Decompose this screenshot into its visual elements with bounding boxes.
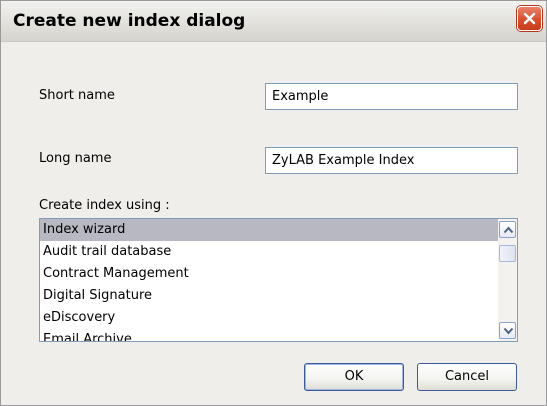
index-type-listbox[interactable]: Index wizard Audit trail database Contra… xyxy=(39,218,518,342)
list-item-ediscovery[interactable]: eDiscovery xyxy=(40,307,498,329)
chevron-down-icon xyxy=(503,327,514,335)
scroll-up-button[interactable] xyxy=(499,221,516,238)
create-index-dialog: Create new index dialog Short name Examp… xyxy=(0,0,547,406)
list-item-contract-management[interactable]: Contract Management xyxy=(40,263,498,285)
list-item-digital-signature[interactable]: Digital Signature xyxy=(40,285,498,307)
listbox-scrollbar[interactable] xyxy=(498,219,517,341)
scroll-down-button[interactable] xyxy=(499,322,516,339)
dialog-title: Create new index dialog xyxy=(13,11,246,31)
long-name-label: Long name xyxy=(39,151,112,166)
title-bar[interactable]: Create new index dialog xyxy=(1,1,546,42)
list-item-email-archive[interactable]: Email Archive xyxy=(40,329,498,341)
close-icon xyxy=(523,12,536,25)
short-name-label: Short name xyxy=(39,88,115,103)
ok-button[interactable]: OK xyxy=(304,363,404,391)
create-index-using-label: Create index using : xyxy=(39,198,170,213)
list-item-index-wizard[interactable]: Index wizard xyxy=(40,219,498,241)
cancel-button[interactable]: Cancel xyxy=(417,363,517,391)
long-name-input[interactable]: ZyLAB Example Index xyxy=(265,147,518,174)
scroll-thumb[interactable] xyxy=(499,245,516,262)
short-name-input[interactable]: Example xyxy=(265,83,518,110)
close-button[interactable] xyxy=(517,6,542,31)
list-item-audit-trail-database[interactable]: Audit trail database xyxy=(40,241,498,263)
chevron-up-icon xyxy=(503,226,514,234)
